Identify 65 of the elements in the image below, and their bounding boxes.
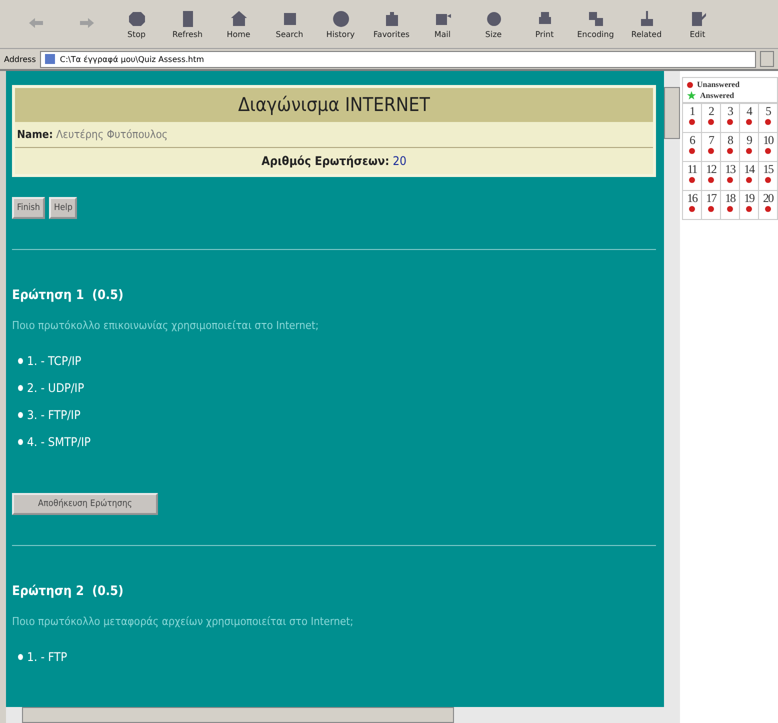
- toolbar-button[interactable]: Related: [622, 3, 671, 45]
- horizontal-scrollbar[interactable]: [6, 707, 680, 723]
- toolbar-icon: [228, 9, 248, 29]
- question-heading: Ερώτηση 1 (0.5): [12, 288, 125, 303]
- toolbar-button[interactable]: Search: [265, 3, 314, 45]
- quiz-title: Διαγώνισμα INTERNET: [15, 88, 653, 122]
- toolbar-button[interactable]: Print: [520, 3, 569, 45]
- question-cell[interactable]: 6: [683, 133, 701, 161]
- question-cell[interactable]: 5: [759, 104, 777, 132]
- save-question-button[interactable]: Αποθήκευση Ερώτησης: [12, 493, 158, 515]
- question-heading: Ερώτηση 2 (0.5): [12, 584, 125, 599]
- question-cell[interactable]: 11: [683, 162, 701, 190]
- question-cell[interactable]: 10: [759, 133, 777, 161]
- answer-option[interactable]: 1. - FTP: [27, 650, 68, 664]
- question-cell[interactable]: 3: [721, 104, 739, 132]
- bullet-icon: [18, 439, 23, 445]
- action-button[interactable]: Finish: [12, 197, 45, 219]
- action-button[interactable]: Help: [49, 197, 78, 219]
- question-cell[interactable]: 18: [721, 191, 739, 219]
- question-cell[interactable]: 17: [702, 191, 720, 219]
- toolbar-button[interactable]: Refresh: [163, 3, 212, 45]
- question-cell[interactable]: 9: [740, 133, 758, 161]
- question-cell[interactable]: 8: [721, 133, 739, 161]
- toolbar-button[interactable]: Encoding: [571, 3, 620, 45]
- question-text: Ποιο πρωτόκολλο μεταφοράς αρχείων χρησιμοποιείται στο Internet;: [12, 615, 354, 628]
- address-label: Address: [4, 54, 36, 64]
- question-text: Ποιο πρωτόκολλο επικοινωνίας χρησιμοποιείται στο Internet;: [12, 319, 320, 332]
- question-cell[interactable]: 1: [683, 104, 701, 132]
- question-cell[interactable]: 12: [702, 162, 720, 190]
- question-cell[interactable]: 16: [683, 191, 701, 219]
- question-count: 20: [392, 154, 406, 168]
- toolbar-button[interactable]: Home: [214, 3, 263, 45]
- question-cell[interactable]: 4: [740, 104, 758, 132]
- question-count-label: Αριθμός Ερωτήσεων:: [262, 154, 390, 168]
- address-field[interactable]: C:\Τα έγγραφά μου\Quiz Assess.htm: [40, 50, 756, 68]
- legend-label: Answered: [700, 91, 734, 100]
- toolbar-icon: [330, 9, 350, 29]
- toolbar-button[interactable]: Mail: [418, 3, 467, 45]
- student-name: Λευτέρης Φυτόπουλος: [56, 128, 168, 141]
- question-cell[interactable]: 20: [759, 191, 777, 219]
- question-cell[interactable]: 7: [702, 133, 720, 161]
- question-cell[interactable]: 13: [721, 162, 739, 190]
- toolbar-button[interactable]: Size: [469, 3, 518, 45]
- answer-option[interactable]: 3. - FTP/IP: [27, 408, 80, 422]
- legend-label: Unanswered: [697, 80, 740, 89]
- toolbar-button[interactable]: Stop: [112, 3, 161, 45]
- answer-option[interactable]: 2. - UDP/IP: [27, 381, 84, 395]
- bullet-icon: [18, 412, 23, 418]
- toolbar-button[interactable]: History: [316, 3, 365, 45]
- question-cell[interactable]: 14: [740, 162, 758, 190]
- answer-option[interactable]: 4. - SMTP/IP: [27, 435, 91, 449]
- vertical-scrollbar[interactable]: [664, 71, 680, 707]
- dropdown-button[interactable]: [760, 51, 774, 67]
- bullet-icon: [18, 358, 23, 364]
- name-label: Name:: [17, 128, 53, 141]
- toolbar-button[interactable]: Edit: [673, 3, 722, 45]
- page-icon: [44, 53, 56, 65]
- toolbar-button[interactable]: Favorites: [367, 3, 416, 45]
- question-cell[interactable]: 15: [759, 162, 777, 190]
- question-cell[interactable]: 2: [702, 104, 720, 132]
- bullet-icon: [18, 654, 23, 660]
- bullet-icon: [18, 385, 23, 391]
- answer-option[interactable]: 1. - TCP/IP: [27, 354, 82, 368]
- toolbar-icon: [126, 9, 146, 29]
- question-cell[interactable]: 19: [740, 191, 758, 219]
